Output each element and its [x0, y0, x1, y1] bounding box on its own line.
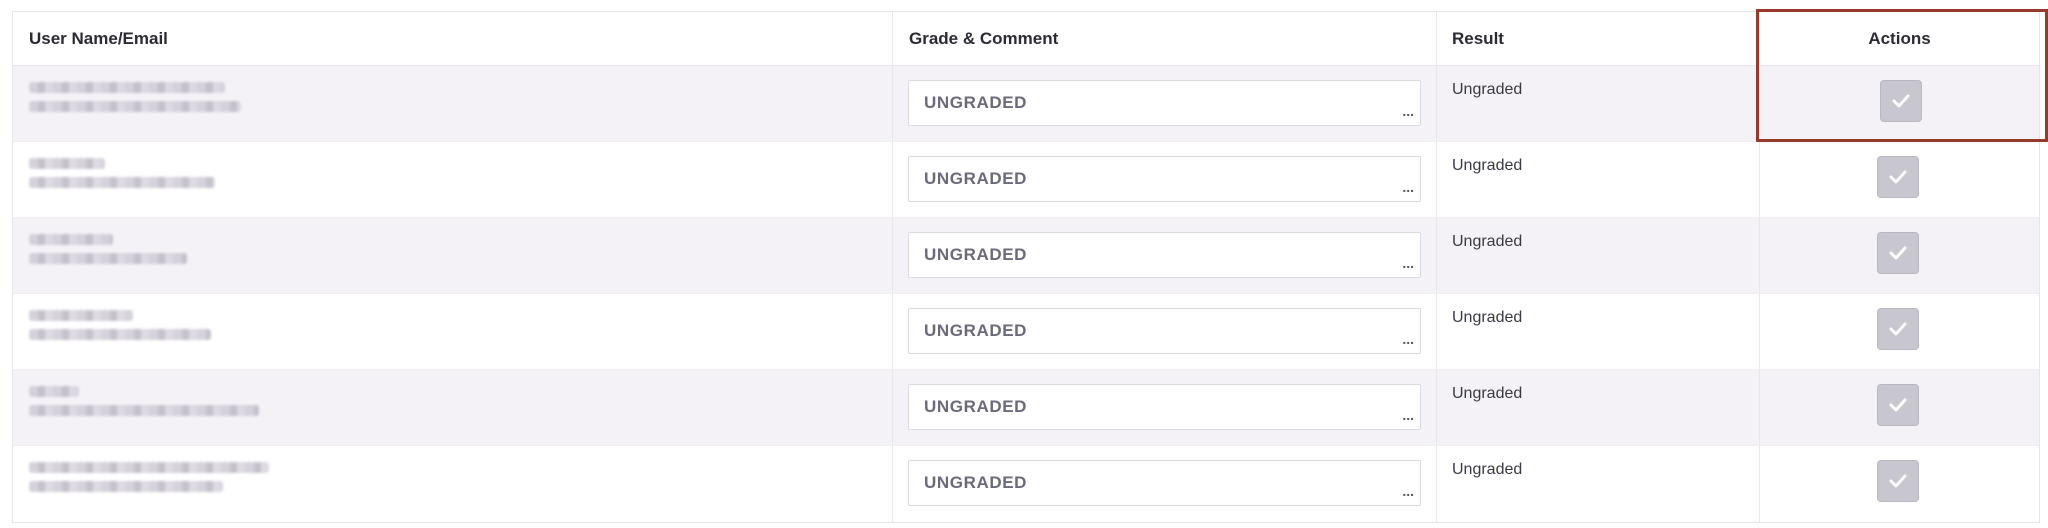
table-row: UNGRADED ... Ungraded — [13, 294, 2039, 370]
actions-cell — [1760, 446, 2039, 522]
column-header-result[interactable]: Result — [1437, 12, 1760, 65]
grade-value: UNGRADED — [924, 473, 1028, 492]
more-options-icon[interactable]: ... — [1402, 331, 1414, 347]
column-header-grade[interactable]: Grade & Comment — [893, 12, 1437, 65]
result-text: Ungraded — [1452, 461, 1523, 478]
result-cell: Ungraded — [1437, 142, 1760, 217]
approve-button[interactable] — [1880, 80, 1922, 122]
approve-button[interactable] — [1877, 384, 1919, 426]
result-cell: Ungraded — [1437, 66, 1760, 141]
table-row: UNGRADED ... Ungraded — [13, 142, 2039, 218]
redacted-user-info — [13, 218, 892, 264]
more-options-icon[interactable]: ... — [1402, 103, 1414, 119]
user-cell — [13, 294, 893, 369]
column-header-user[interactable]: User Name/Email — [13, 12, 893, 65]
user-cell — [13, 446, 893, 522]
user-cell — [13, 218, 893, 293]
grade-value: UNGRADED — [924, 169, 1028, 188]
result-cell: Ungraded — [1437, 446, 1760, 522]
actions-cell — [1760, 370, 2039, 445]
approve-button[interactable] — [1877, 308, 1919, 350]
table-header: User Name/Email Grade & Comment Result A… — [13, 12, 2039, 66]
grade-value: UNGRADED — [924, 397, 1028, 416]
more-options-icon[interactable]: ... — [1402, 255, 1414, 271]
user-cell — [13, 370, 893, 445]
result-text: Ungraded — [1452, 385, 1523, 402]
table-row: UNGRADED ... Ungraded — [13, 218, 2039, 294]
actions-cell — [1760, 142, 2039, 217]
grade-cell: UNGRADED ... — [893, 370, 1437, 445]
redacted-user-info — [13, 142, 892, 188]
result-cell: Ungraded — [1437, 294, 1760, 369]
redacted-user-info — [13, 370, 892, 416]
actions-cell — [1760, 66, 2039, 141]
more-options-icon[interactable]: ... — [1402, 179, 1414, 195]
grade-comment-field[interactable]: UNGRADED ... — [908, 460, 1421, 506]
table-row: UNGRADED ... Ungraded — [13, 446, 2039, 522]
grade-cell: UNGRADED ... — [893, 446, 1437, 522]
table-row: UNGRADED ... Ungraded — [13, 66, 2039, 142]
approve-button[interactable] — [1877, 232, 1919, 274]
user-cell — [13, 142, 893, 217]
redacted-user-info — [13, 66, 892, 112]
redacted-user-info — [13, 294, 892, 340]
approve-button[interactable] — [1877, 156, 1919, 198]
grade-cell: UNGRADED ... — [893, 66, 1437, 141]
more-options-icon[interactable]: ... — [1402, 483, 1414, 499]
more-options-icon[interactable]: ... — [1402, 407, 1414, 423]
check-icon — [1889, 398, 1907, 412]
table-row: UNGRADED ... Ungraded — [13, 370, 2039, 446]
grade-comment-field[interactable]: UNGRADED ... — [908, 308, 1421, 354]
check-icon — [1889, 322, 1907, 336]
result-cell: Ungraded — [1437, 218, 1760, 293]
grade-comment-field[interactable]: UNGRADED ... — [908, 80, 1421, 126]
grade-cell: UNGRADED ... — [893, 218, 1437, 293]
check-icon — [1889, 170, 1907, 184]
check-icon — [1889, 246, 1907, 260]
actions-cell — [1760, 218, 2039, 293]
column-header-actions: Actions — [1868, 28, 1931, 48]
approve-button[interactable] — [1877, 460, 1919, 502]
grade-value: UNGRADED — [924, 245, 1028, 264]
grade-value: UNGRADED — [924, 321, 1028, 340]
result-text: Ungraded — [1452, 309, 1523, 326]
grade-comment-field[interactable]: UNGRADED ... — [908, 156, 1421, 202]
result-cell: Ungraded — [1437, 370, 1760, 445]
grade-cell: UNGRADED ... — [893, 294, 1437, 369]
check-icon — [1892, 94, 1910, 108]
result-text: Ungraded — [1452, 81, 1523, 98]
check-icon — [1889, 474, 1907, 488]
redacted-user-info — [13, 446, 892, 492]
user-cell — [13, 66, 893, 141]
grade-cell: UNGRADED ... — [893, 142, 1437, 217]
grade-comment-field[interactable]: UNGRADED ... — [908, 384, 1421, 430]
grade-value: UNGRADED — [924, 93, 1028, 112]
result-text: Ungraded — [1452, 233, 1523, 250]
grade-comment-field[interactable]: UNGRADED ... — [908, 232, 1421, 278]
result-text: Ungraded — [1452, 157, 1523, 174]
grading-table: User Name/Email Grade & Comment Result A… — [12, 11, 2040, 523]
actions-cell — [1760, 294, 2039, 369]
